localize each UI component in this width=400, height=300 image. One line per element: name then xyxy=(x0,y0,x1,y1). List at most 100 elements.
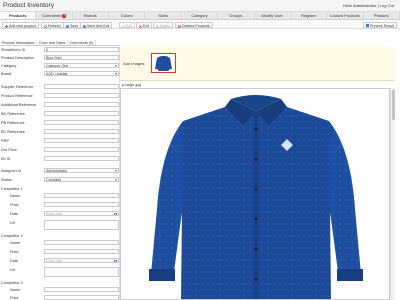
preview-result-button[interactable]: Preview Result xyxy=(363,21,397,28)
image-filename: p-large.jpg xyxy=(122,82,141,87)
tab-brands[interactable]: Brands xyxy=(73,12,110,19)
competitor-2-name-row: Name xyxy=(0,240,120,246)
competitor-2-url-row: Url xyxy=(0,267,120,277)
competitor-3-name-row: Name xyxy=(0,287,120,293)
exit-button[interactable]: Exit xyxy=(136,21,152,28)
status-select[interactable]: Complete xyxy=(44,177,119,182)
subtab-product-information[interactable]: Product Information xyxy=(0,40,38,45)
competitor-2-date-field[interactable]: Enter date xyxy=(44,258,119,263)
tab-label: Category xyxy=(191,13,208,18)
product-description-label: Product Description xyxy=(1,55,35,60)
user-greeting[interactable]: Hello Administrator | Log Out xyxy=(343,3,394,8)
tab-modify-user[interactable]: Modify User xyxy=(255,12,291,19)
competitor-2-name-field[interactable] xyxy=(44,240,119,245)
competitor-1-header: Competitor 1 xyxy=(0,186,120,192)
bc-reference-field[interactable] xyxy=(44,129,119,134)
tab-sizes[interactable]: Sizes xyxy=(145,12,182,19)
competitor-2-url-label: Url xyxy=(10,267,15,272)
refresh-label: Refresh xyxy=(48,23,61,28)
category-row: Category Category One xyxy=(0,63,120,69)
scrollbar-thumb[interactable] xyxy=(391,90,395,120)
tab-phrases[interactable]: Phrases xyxy=(364,12,400,19)
tab-label: Modify User xyxy=(261,13,283,18)
competitor-3-label: Competitor 3 xyxy=(1,280,23,285)
subtab-comments[interactable]: Comments (0) xyxy=(68,40,97,45)
add-product-button[interactable]: Add new product xyxy=(2,21,39,29)
assigned-to-row: Assigned to Administrator xyxy=(0,168,120,174)
supplier-reference-field[interactable] xyxy=(44,84,119,89)
competitor-1-price-field[interactable] xyxy=(44,202,119,207)
save-label: Save xyxy=(70,23,79,28)
save-exit-button[interactable]: Save And Exit xyxy=(80,21,113,28)
competitor-1-url-label: Url xyxy=(10,220,15,225)
tab-comments[interactable]: Comments 1 xyxy=(36,12,73,19)
calendar-icon[interactable] xyxy=(114,212,117,215)
tab-register[interactable]: Register xyxy=(291,12,328,19)
delete-button[interactable]: Delete xyxy=(153,21,174,28)
competitor-2-price-label: Price xyxy=(10,249,19,254)
competitor-1-price-label: Price xyxy=(10,202,19,207)
showitem-id-label: ShowItem's ID xyxy=(1,47,26,52)
pb-reference-field[interactable] xyxy=(44,120,119,125)
rrp-field[interactable] xyxy=(44,138,119,143)
competitor-3-name-field[interactable] xyxy=(44,287,119,292)
brand-select[interactable]: AOD | Adidas xyxy=(44,71,119,76)
our-price-label: Our Price xyxy=(1,147,18,152)
tab-category[interactable]: Category xyxy=(182,12,219,19)
supplier-reference-row: Supplier Reference xyxy=(0,84,120,90)
tab-colors[interactable]: Colors xyxy=(109,12,146,19)
competitor-1-name-row: Name xyxy=(0,193,120,199)
image-panel: Add Images: p-large.jpg xyxy=(120,47,395,300)
tab-label: Products xyxy=(9,13,27,18)
edit-label: Edit xyxy=(126,23,133,28)
image-scrollbar[interactable] xyxy=(390,88,395,300)
title-bar: Product Inventory Hello Administrator | … xyxy=(0,0,400,12)
ebid-field[interactable] xyxy=(44,156,119,161)
category-select[interactable]: Category One xyxy=(44,63,119,68)
refresh-button[interactable]: Refresh xyxy=(41,21,64,28)
shirt-thumbnail-image xyxy=(155,56,172,71)
additional-reference-field[interactable] xyxy=(44,102,119,107)
exit-icon xyxy=(139,24,142,28)
tab-groups[interactable]: Groups xyxy=(218,12,255,19)
page-title: Product Inventory xyxy=(3,2,54,9)
competitor-1-price-row: Price xyxy=(0,202,120,208)
toolbar: Add new product Refresh Save Save And Ex… xyxy=(0,20,400,29)
tab-locked-products[interactable]: Locked Products xyxy=(327,12,364,19)
competitor-1-name-field[interactable] xyxy=(44,193,119,198)
competitor-3-price-label: Price xyxy=(10,295,19,300)
competitor-1-date-field[interactable]: Enter date xyxy=(44,211,119,216)
list-icon xyxy=(178,24,181,28)
save-icon xyxy=(66,24,69,28)
competitor-2-price-field[interactable] xyxy=(44,249,119,254)
product-reference-field[interactable] xyxy=(44,93,119,98)
competitor-2-name-label: Name xyxy=(10,240,21,245)
subtab-color-sizes[interactable]: Color and Sizes xyxy=(37,40,68,45)
competitor-3-header: Competitor 3 xyxy=(0,280,120,286)
competitor-1-url-field[interactable] xyxy=(44,220,119,230)
tab-label: Colors xyxy=(120,13,133,18)
showitem-id-row: ShowItem's ID 0 xyxy=(0,47,120,53)
assigned-to-select[interactable]: Administrator xyxy=(44,168,119,173)
competitor-1-url-row: Url xyxy=(0,220,120,230)
assigned-to-label: Assigned to xyxy=(1,168,21,173)
save-button[interactable]: Save xyxy=(63,21,82,28)
image-thumbnail[interactable] xyxy=(151,53,176,73)
competitor-3-price-field[interactable] xyxy=(44,295,119,300)
tab-label: Phrases xyxy=(373,13,389,18)
additional-reference-label: Additional Reference xyxy=(1,102,37,107)
bd-reference-field[interactable] xyxy=(44,111,119,116)
additional-reference-row: Additional Reference xyxy=(0,102,120,108)
competitor-2-url-field[interactable] xyxy=(44,267,119,277)
tab-products[interactable]: Products xyxy=(0,12,37,19)
our-price-field[interactable] xyxy=(44,147,119,152)
save-exit-icon xyxy=(83,24,86,28)
showitem-id-field[interactable]: 0 xyxy=(44,47,119,52)
calendar-icon[interactable] xyxy=(114,259,117,262)
shirt-image xyxy=(149,95,363,299)
deleted-products-button[interactable]: Deleted Products xyxy=(175,21,213,28)
edit-button[interactable]: Edit xyxy=(119,21,136,28)
pb-reference-row: PB Reference xyxy=(0,120,120,126)
product-description-field[interactable]: Blue Shirt xyxy=(44,55,119,60)
tab-label: Comments xyxy=(42,13,62,18)
